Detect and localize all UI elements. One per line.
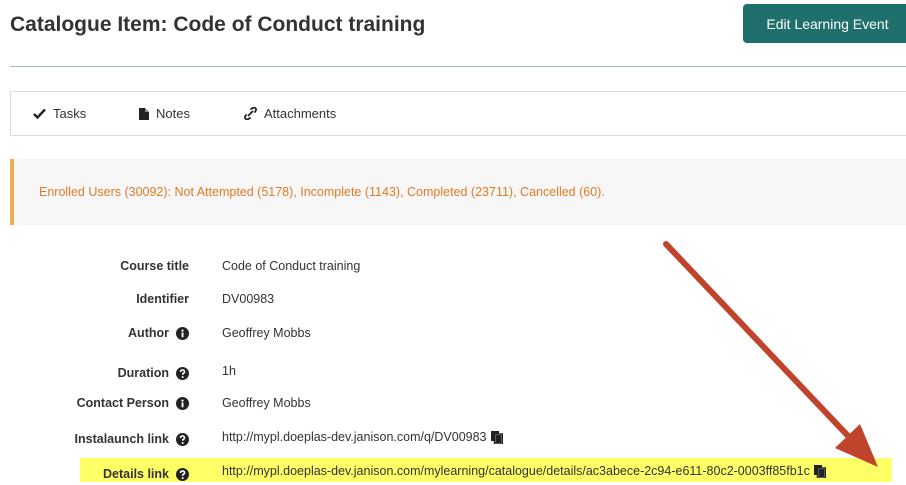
detail-row-instalaunch-link: Instalaunch link http://mypl.doeplas-dev…	[0, 426, 906, 448]
file-icon	[139, 107, 149, 120]
detail-row-course-title: Course title Code of Conduct training	[0, 255, 906, 277]
edit-learning-event-button[interactable]: Edit Learning Event	[743, 4, 906, 43]
detail-value: 1h	[222, 364, 236, 378]
tab-notes[interactable]: Notes	[139, 92, 190, 135]
detail-label: Course title	[120, 259, 189, 273]
detail-value: Code of Conduct training	[222, 259, 361, 273]
page-title: Catalogue Item: Code of Conduct training	[10, 13, 426, 36]
detail-value: Geoffrey Mobbs	[222, 326, 311, 340]
question-circle-icon[interactable]	[176, 432, 189, 446]
detail-label: Duration	[118, 362, 189, 384]
detail-label: Contact Person	[77, 392, 189, 414]
tab-bar: Tasks Notes Attachments	[10, 91, 906, 136]
copy-icon[interactable]	[813, 464, 826, 478]
tab-label: Attachments	[264, 106, 337, 121]
detail-label: Instalaunch link	[75, 428, 189, 450]
info-circle-icon[interactable]	[176, 396, 189, 410]
detail-value: DV00983	[222, 292, 275, 306]
info-circle-icon[interactable]	[176, 326, 189, 340]
copy-icon[interactable]	[490, 430, 503, 444]
enrolment-alert: Enrolled Users (30092): Not Attempted (5…	[10, 159, 906, 225]
details-link[interactable]: http://mypl.doeplas-dev.janison.com/myle…	[222, 464, 810, 478]
detail-row-author: Author Geoffrey Mobbs	[0, 322, 906, 344]
check-icon	[33, 108, 46, 119]
detail-row-details-link: Details link http://mypl.doeplas-dev.jan…	[0, 460, 906, 482]
tab-label: Notes	[156, 106, 190, 121]
instalaunch-link[interactable]: http://mypl.doeplas-dev.janison.com/q/DV…	[222, 430, 487, 444]
tab-tasks[interactable]: Tasks	[33, 92, 86, 135]
detail-row-identifier: Identifier DV00983	[0, 288, 906, 310]
link-icon	[244, 107, 257, 120]
question-circle-icon[interactable]	[176, 467, 189, 481]
tab-attachments[interactable]: Attachments	[244, 92, 336, 135]
detail-value: Geoffrey Mobbs	[222, 396, 311, 410]
detail-label: Details link	[103, 463, 189, 485]
detail-row-contact-person: Contact Person Geoffrey Mobbs	[0, 392, 906, 414]
detail-row-duration: Duration 1h	[0, 360, 906, 382]
title-divider	[10, 66, 906, 67]
detail-label: Identifier	[136, 292, 189, 306]
question-circle-icon[interactable]	[176, 366, 189, 380]
detail-label: Author	[128, 322, 189, 344]
tab-label: Tasks	[53, 106, 87, 121]
